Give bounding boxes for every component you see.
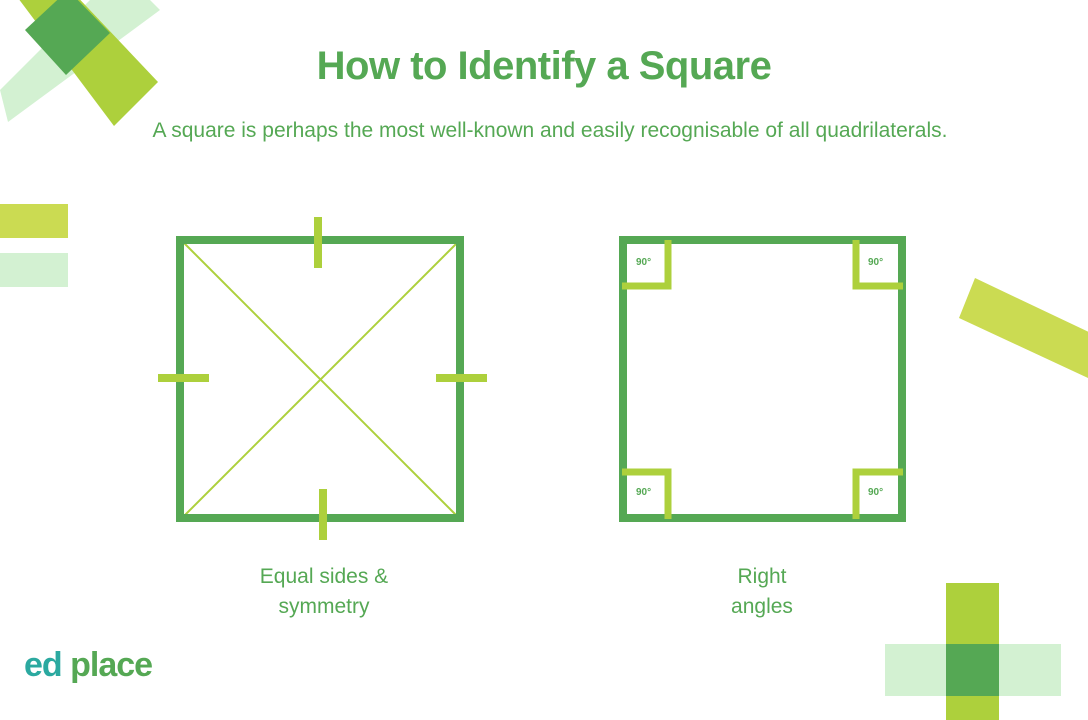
equal-sides-square-diagram [158, 217, 487, 540]
decoration-bottom-right-plus [885, 583, 1061, 720]
angle-label-bottom-left: 90° [636, 487, 652, 498]
tick-mark-top [314, 217, 322, 268]
decoration-right-tilted-bar [959, 278, 1088, 378]
tick-mark-bottom [319, 489, 327, 540]
page-subtitle: A square is perhaps the most well-known … [152, 119, 948, 142]
edplace-logo: ed place [24, 646, 153, 685]
illustration-canvas [0, 0, 1088, 720]
caption-line-1: Equal sides & [259, 565, 389, 588]
decoration-plus-overlap [946, 644, 999, 696]
tick-mark-right [436, 374, 487, 382]
tick-mark-left [158, 374, 209, 382]
page-title: How to Identify a Square [316, 44, 772, 88]
angle-label-top-left: 90° [636, 257, 652, 268]
caption-right-angles: Right angles [662, 562, 862, 622]
decoration-left-mint-stripe [0, 253, 68, 287]
logo-part-ed: ed [24, 646, 63, 684]
decoration-left-lime-stripe [0, 204, 68, 238]
logo-part-place: place [70, 646, 153, 684]
caption-line-2: symmetry [278, 595, 370, 618]
angle-label-top-right: 90° [868, 257, 884, 268]
right-angles-square-diagram [619, 236, 906, 522]
caption-line-1: Right [737, 565, 787, 588]
caption-line-2: angles [731, 595, 793, 618]
angle-label-bottom-right: 90° [868, 487, 884, 498]
caption-equal-sides: Equal sides & symmetry [204, 562, 444, 622]
